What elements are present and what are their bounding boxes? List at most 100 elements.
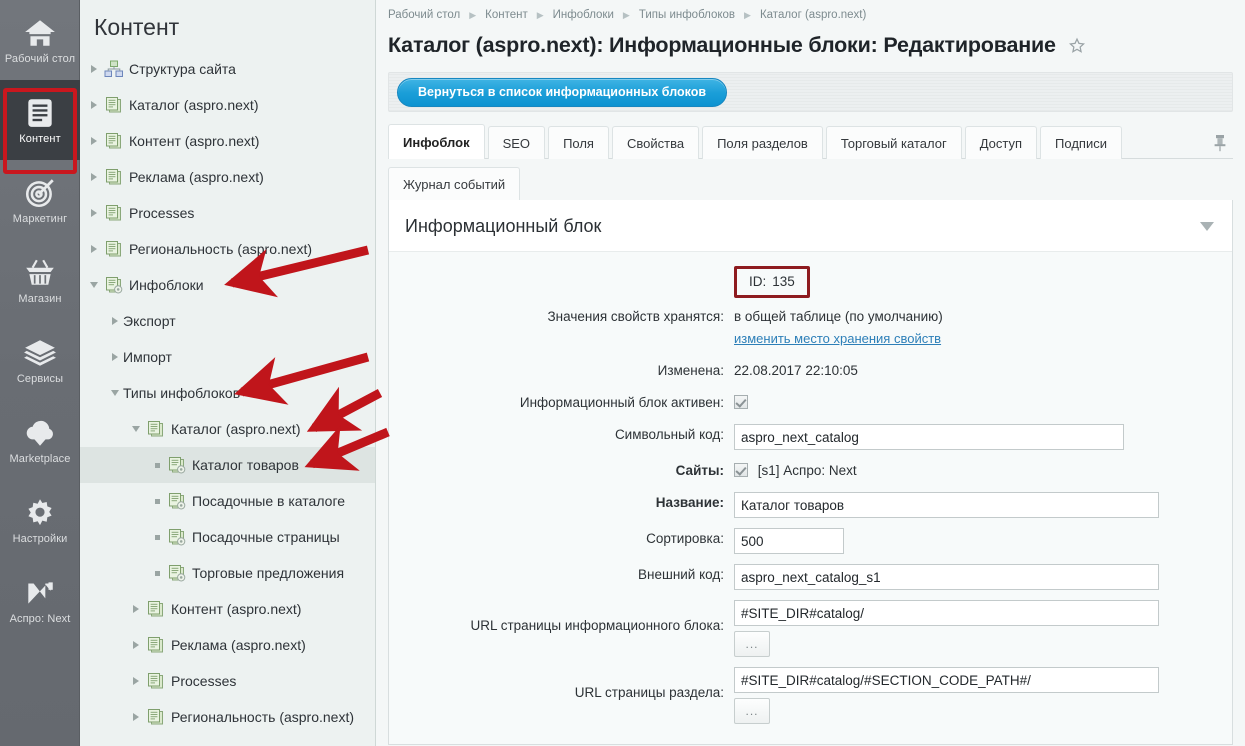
star-icon[interactable] xyxy=(1068,37,1086,55)
section-url-input[interactable] xyxy=(734,667,1159,693)
tree-node[interactable]: Типы инфоблоков xyxy=(80,375,375,411)
rail-item-label: Рабочий стол xyxy=(4,52,76,65)
tree-node[interactable]: Реклама (aspro.next) xyxy=(80,159,375,195)
tree-twisty[interactable] xyxy=(128,709,144,725)
tree-node-label: Типы инфоблоков xyxy=(123,385,241,401)
aspro-logo-icon xyxy=(23,576,57,613)
tree-node[interactable]: Каталог (aspro.next) xyxy=(80,411,375,447)
pushpin-icon[interactable] xyxy=(1207,126,1233,159)
tree-twisty[interactable] xyxy=(107,349,123,365)
tree-node[interactable]: Инфоблоки xyxy=(80,267,375,303)
tab-поля[interactable]: Поля xyxy=(548,126,609,159)
page-title-row: Каталог (aspro.next): Информационные бло… xyxy=(376,21,1245,64)
tree-node[interactable]: Processes xyxy=(80,663,375,699)
tree-node[interactable]: Структура сайта xyxy=(80,51,375,87)
tab-журнал-событий[interactable]: Журнал событий xyxy=(388,167,521,200)
tree-twisty[interactable] xyxy=(86,97,102,113)
rail-item-label: Маркетинг xyxy=(12,212,68,225)
site-s1-checkbox[interactable] xyxy=(734,463,748,477)
tree-twisty[interactable] xyxy=(149,529,165,545)
tree-node[interactable]: Каталог (aspro.next) xyxy=(80,87,375,123)
tree-twisty[interactable] xyxy=(149,493,165,509)
tree-node[interactable]: Импорт xyxy=(80,339,375,375)
tree-node-label: Processes xyxy=(129,205,195,221)
tab-торговый-каталог[interactable]: Торговый каталог xyxy=(825,126,962,159)
tree-node[interactable]: Региональность (aspro.next) xyxy=(80,699,375,735)
tree-node[interactable]: Региональность (aspro.next) xyxy=(80,231,375,267)
tree-twisty[interactable] xyxy=(149,457,165,473)
tree-twisty[interactable] xyxy=(86,205,102,221)
tree-twisty[interactable] xyxy=(128,637,144,653)
tree-node-label: Региональность (aspro.next) xyxy=(129,241,313,257)
tree-node-label: Реклама (aspro.next) xyxy=(171,637,306,653)
tree-twisty[interactable] xyxy=(86,241,102,257)
tree-node[interactable]: Контент (aspro.next) xyxy=(80,591,375,627)
breadcrumb-item[interactable]: Контент xyxy=(485,9,528,21)
field-value-name xyxy=(734,492,1232,518)
field-label-name: Название: xyxy=(655,495,724,510)
rail-item-7[interactable]: Настройки xyxy=(0,480,80,560)
rail-item-label: Магазин xyxy=(18,292,62,305)
field-value-code xyxy=(734,424,1232,450)
tree-twisty[interactable] xyxy=(86,277,102,293)
tab-доступ[interactable]: Доступ xyxy=(964,126,1038,159)
tree-node-selected[interactable]: Каталог товаров xyxy=(80,447,375,483)
rail-item-2[interactable]: Контент xyxy=(0,80,80,160)
tree-node[interactable]: Контент (aspro.next) xyxy=(80,123,375,159)
tree-twisty[interactable] xyxy=(128,673,144,689)
tab-подписи[interactable]: Подписи xyxy=(1040,126,1122,159)
tree-twisty[interactable] xyxy=(149,565,165,581)
breadcrumb-item[interactable]: Инфоблоки xyxy=(553,9,614,21)
rail-item-8[interactable]: Аспро: Next xyxy=(0,560,80,640)
rail-item-label: Аспро: Next xyxy=(9,612,71,625)
breadcrumb: Рабочий стол ▶ Контент ▶ Инфоблоки ▶ Типы инфо… xyxy=(376,0,1245,21)
rail-item-6[interactable]: Marketplace xyxy=(0,400,80,480)
field-value-id: ID: 135 xyxy=(734,266,1232,298)
iblock-icon xyxy=(104,132,124,150)
code-input[interactable] xyxy=(734,424,1124,450)
iblock-url-browse-button[interactable]: ... xyxy=(734,631,770,657)
active-checkbox[interactable] xyxy=(734,395,748,409)
tree-twisty[interactable] xyxy=(86,61,102,77)
section-url-browse-button[interactable]: ... xyxy=(734,698,770,724)
tree-node[interactable]: Посадочные страницы xyxy=(80,519,375,555)
rail-item-3[interactable]: Маркетинг xyxy=(0,160,80,240)
field-row-xmlid: Внешний код: xyxy=(389,564,1232,590)
rail-item-5[interactable]: Сервисы xyxy=(0,320,80,400)
tree-node[interactable]: Экспорт xyxy=(80,303,375,339)
tab-seo[interactable]: SEO xyxy=(487,126,546,159)
tree-twisty[interactable] xyxy=(86,169,102,185)
name-input[interactable] xyxy=(734,492,1159,518)
change-storage-link[interactable]: изменить место хранения свойств xyxy=(734,331,941,346)
tree-node[interactable]: Торговые предложения xyxy=(80,555,375,591)
tree-node-label: Импорт xyxy=(123,349,172,365)
rail-item-1[interactable]: Рабочий стол xyxy=(0,0,80,80)
sort-input[interactable] xyxy=(734,528,844,554)
tree-twisty[interactable] xyxy=(107,313,123,329)
breadcrumb-item[interactable]: Типы инфоблоков xyxy=(639,9,735,21)
breadcrumb-item[interactable]: Каталог (aspro.next) xyxy=(760,9,866,21)
tab-поля-разделов[interactable]: Поля разделов xyxy=(702,126,823,159)
chevron-down-icon[interactable] xyxy=(1200,222,1214,231)
rail-item-label: Сервисы xyxy=(16,372,64,385)
tree-node-label: Контент (aspro.next) xyxy=(171,601,302,617)
back-to-list-button[interactable]: Вернуться в список информационных блоков xyxy=(397,77,728,107)
tab-свойства[interactable]: Свойства xyxy=(611,126,700,159)
tree-twisty[interactable] xyxy=(128,601,144,617)
xmlid-input[interactable] xyxy=(734,564,1159,590)
site-s1-label: [s1] Аспро: Next xyxy=(757,463,857,478)
rail-item-4[interactable]: Магазин xyxy=(0,240,80,320)
tab-инфоблок[interactable]: Инфоблок xyxy=(388,124,485,159)
tree-twisty[interactable] xyxy=(86,133,102,149)
gear-icon xyxy=(23,496,57,533)
breadcrumb-item[interactable]: Рабочий стол xyxy=(388,9,460,21)
rail-item-label: Настройки xyxy=(12,532,68,545)
id-highlight-box: ID: 135 xyxy=(734,266,810,298)
iblock-icon xyxy=(104,168,124,186)
tree-twisty[interactable] xyxy=(107,385,123,401)
tree-node[interactable]: Реклама (aspro.next) xyxy=(80,627,375,663)
tree-node[interactable]: Processes xyxy=(80,195,375,231)
tree-node[interactable]: Посадочные в каталоге xyxy=(80,483,375,519)
iblock-url-input[interactable] xyxy=(734,600,1159,626)
tree-twisty[interactable] xyxy=(128,421,144,437)
